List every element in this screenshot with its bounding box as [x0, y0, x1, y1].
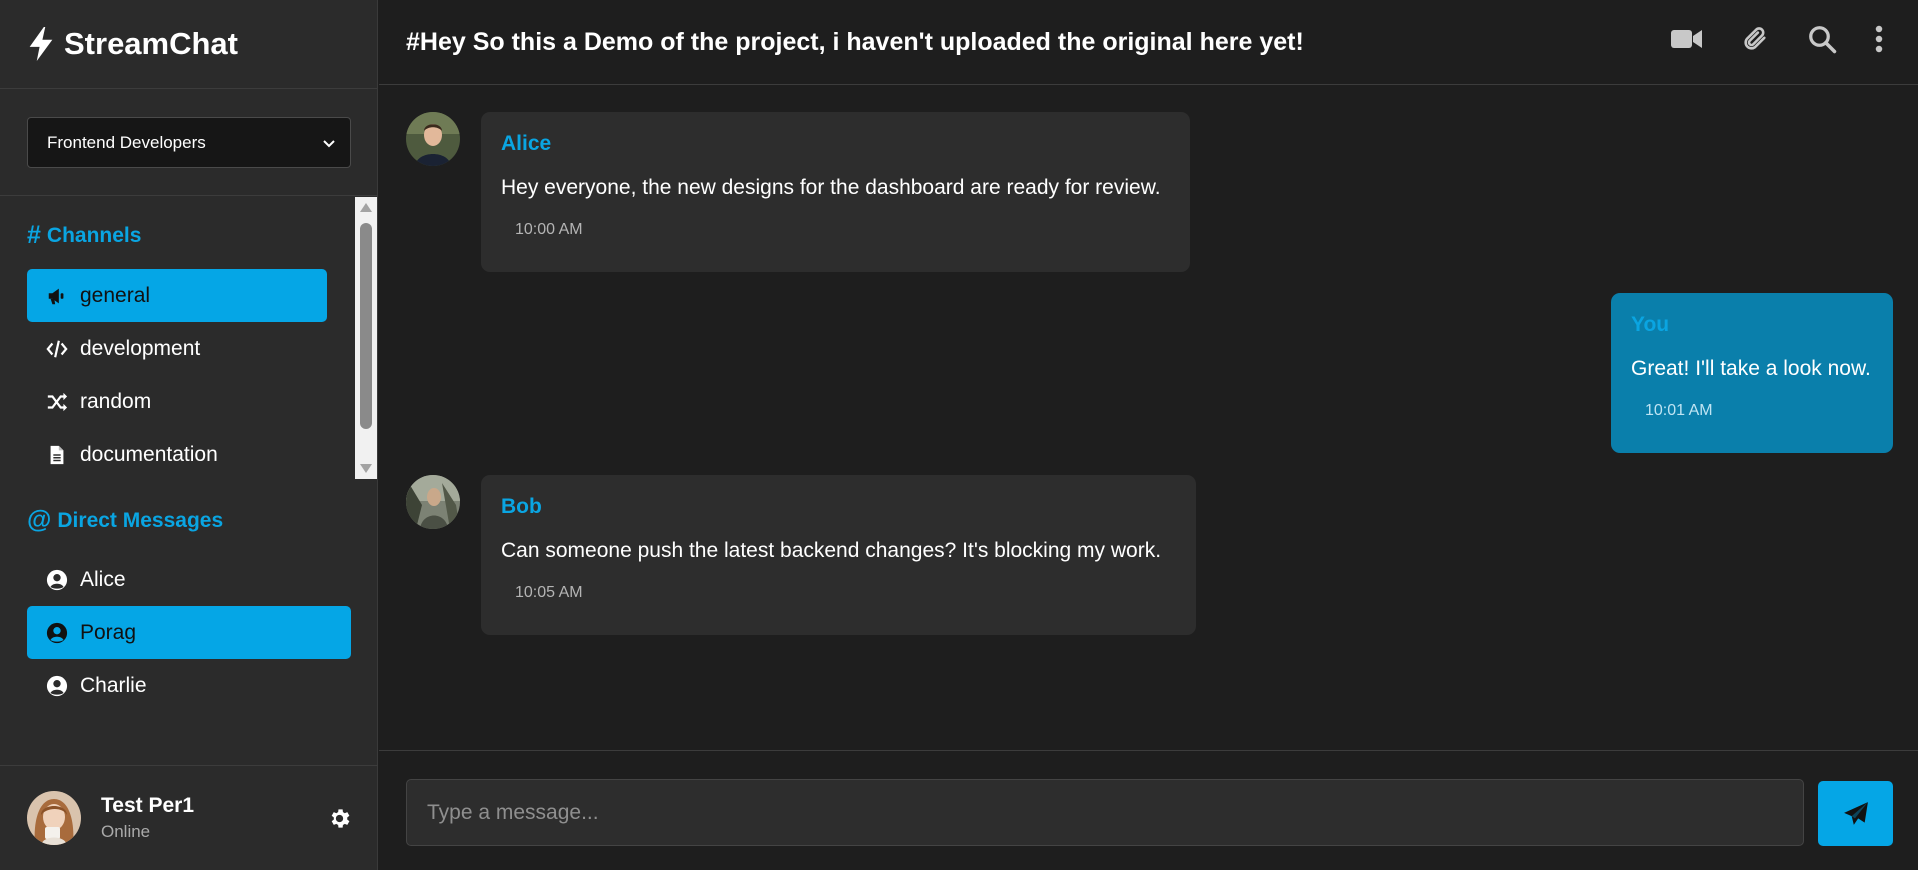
- sidebar: StreamChat Frontend Developers # Channel…: [0, 0, 378, 870]
- message-time: 10:01 AM: [1645, 402, 1713, 419]
- current-user-avatar[interactable]: [27, 791, 81, 845]
- channel-item-label: documentation: [80, 442, 218, 466]
- message-list: Alice Hey everyone, the new designs for …: [379, 86, 1918, 750]
- message-bubble: Alice Hey everyone, the new designs for …: [481, 112, 1190, 272]
- channel-item-label: development: [80, 336, 201, 360]
- scroll-up-arrow-icon[interactable]: [360, 203, 372, 212]
- send-button[interactable]: [1818, 781, 1893, 846]
- user-circle-icon: [46, 675, 68, 696]
- message-sender[interactable]: Alice: [501, 132, 1170, 156]
- current-user-name: Test Per1: [101, 794, 194, 817]
- channel-item-general[interactable]: general: [27, 269, 327, 322]
- message-text: Can someone push the latest backend chan…: [501, 539, 1162, 562]
- chevron-down-icon: [323, 139, 335, 147]
- lightning-icon: [29, 27, 53, 61]
- search-icon[interactable]: [1807, 24, 1837, 54]
- message-bubble: You Great! I'll take a look now. 10:01 A…: [1611, 293, 1893, 453]
- avatar[interactable]: [406, 475, 460, 529]
- message-sender[interactable]: Bob: [501, 495, 1176, 519]
- dm-item-label: Porag: [80, 620, 137, 644]
- at-icon: @: [27, 506, 52, 534]
- user-circle-icon: [46, 622, 68, 643]
- direct-messages-heading-label: Direct Messages: [57, 508, 224, 532]
- current-user-status: Online: [101, 822, 151, 841]
- paper-plane-icon: [1843, 801, 1868, 825]
- megaphone-icon: [48, 288, 64, 304]
- channel-item-label: random: [80, 389, 152, 413]
- brand: StreamChat: [0, 0, 377, 89]
- workspace-area: Frontend Developers: [0, 89, 377, 196]
- channel-item-random[interactable]: random: [27, 375, 327, 428]
- more-vertical-icon[interactable]: [1872, 24, 1886, 54]
- message-composer: [379, 750, 1918, 870]
- app-name: StreamChat: [64, 26, 238, 61]
- paperclip-icon[interactable]: [1741, 24, 1769, 54]
- channels-heading-label: Channels: [46, 223, 142, 247]
- dm-item-alice[interactable]: Alice: [27, 553, 351, 606]
- sidebar-scrollbar[interactable]: [355, 197, 377, 479]
- code-icon: [46, 340, 68, 357]
- gear-icon[interactable]: [327, 806, 352, 831]
- video-camera-icon[interactable]: [1670, 24, 1704, 54]
- channel-item-documentation[interactable]: documentation: [27, 428, 327, 481]
- sidebar-nav: # Channels general development random do…: [0, 197, 378, 479]
- dm-item-label: Charlie: [80, 673, 147, 697]
- scroll-down-arrow-icon[interactable]: [360, 464, 372, 473]
- workspace-select-value: Frontend Developers: [47, 132, 206, 152]
- file-icon: [50, 445, 64, 464]
- message-bubble: Bob Can someone push the latest backend …: [481, 475, 1196, 635]
- message-text: Great! I'll take a look now.: [1631, 357, 1871, 380]
- dm-item-label: Alice: [80, 567, 126, 591]
- current-user-info: Test Per1 Online: [101, 794, 194, 842]
- channel-item-label: general: [80, 283, 151, 307]
- message-time: 10:05 AM: [515, 584, 583, 601]
- message-time: 10:00 AM: [515, 221, 583, 238]
- channel-header: #Hey So this a Demo of the project, i ha…: [379, 0, 1918, 85]
- message-input[interactable]: [406, 779, 1804, 846]
- dm-item-porag[interactable]: Porag: [27, 606, 351, 659]
- channel-title: #Hey So this a Demo of the project, i ha…: [406, 27, 1304, 56]
- channel-item-development[interactable]: development: [27, 322, 327, 375]
- message-sender: You: [1631, 313, 1670, 336]
- current-user-panel: Test Per1 Online: [0, 765, 378, 870]
- dm-item-charlie[interactable]: Charlie: [27, 659, 351, 712]
- shuffle-icon: [47, 392, 68, 411]
- user-circle-icon: [46, 569, 68, 590]
- direct-messages-heading: @ Direct Messages: [27, 506, 223, 535]
- channels-heading: # Channels: [27, 221, 141, 250]
- message-text: Hey everyone, the new designs for the da…: [501, 176, 1161, 199]
- avatar[interactable]: [406, 112, 460, 166]
- workspace-select[interactable]: Frontend Developers: [27, 117, 351, 168]
- scrollbar-thumb[interactable]: [360, 223, 372, 429]
- hash-icon: #: [27, 221, 41, 249]
